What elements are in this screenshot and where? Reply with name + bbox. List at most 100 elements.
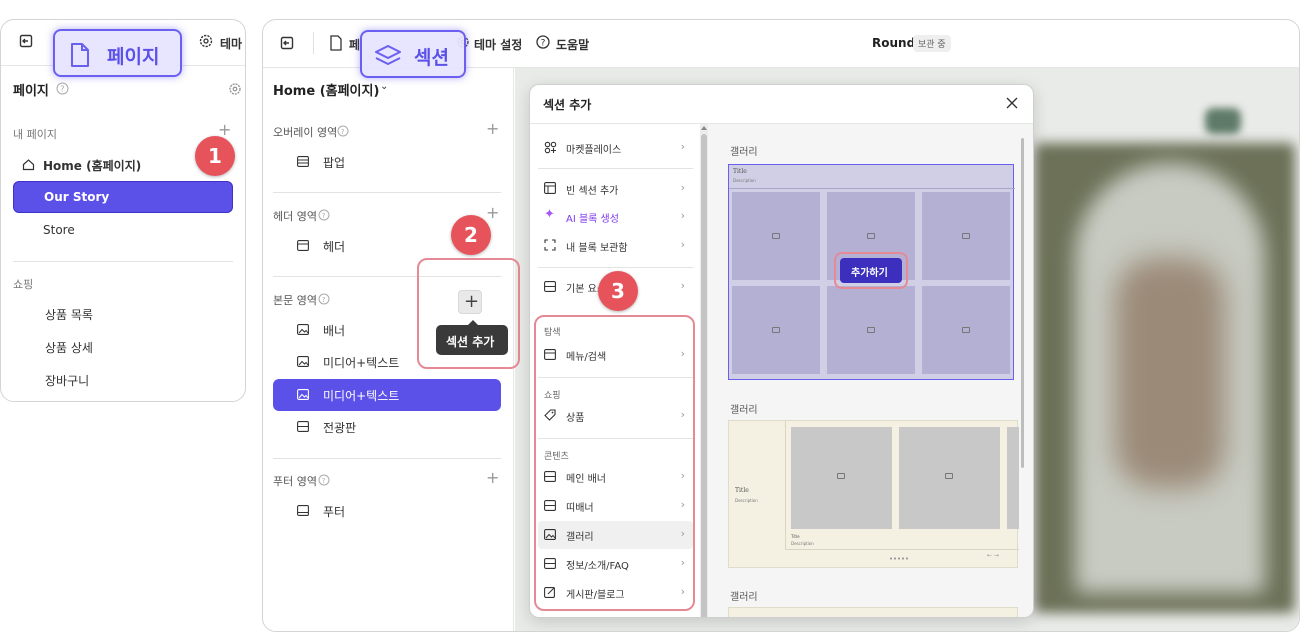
help-icon[interactable]: ? xyxy=(337,125,349,137)
group-label: 푸터 영역 xyxy=(273,475,317,488)
add-section-modal: 섹션 추가 마켓플레이스 › 빈 섹션 추가 › ✦ AI 블록 생성 › 내 … xyxy=(529,84,1034,618)
image-placeholder-icon xyxy=(962,327,970,333)
add-section-button[interactable]: + xyxy=(486,203,499,222)
chevron-right-icon: › xyxy=(680,238,685,251)
add-section-button[interactable]: + xyxy=(486,468,499,487)
exit-icon[interactable] xyxy=(18,33,34,49)
step-badge-3: 3 xyxy=(598,271,638,311)
gallery-cell xyxy=(922,192,1010,280)
section-item[interactable]: 팝업 xyxy=(273,146,501,178)
highlight-add-button xyxy=(834,252,908,289)
tab-theme-settings[interactable]: 테마 설정 xyxy=(474,36,522,53)
svg-text:?: ? xyxy=(322,477,326,485)
preview-scrollbar[interactable] xyxy=(1021,138,1024,468)
svg-text:?: ? xyxy=(60,85,64,94)
layers-icon xyxy=(375,45,401,65)
tab-theme[interactable]: 테마 xyxy=(220,35,242,52)
thumbnail-description: Description xyxy=(733,178,756,183)
section-callout-label: 섹션 xyxy=(414,47,449,69)
add-section-button[interactable]: + xyxy=(486,119,499,138)
preview-list: 갤러리 Title Description 추가하기 갤러리 Title Des… xyxy=(708,124,1033,617)
page-callout: 페이지 xyxy=(53,29,182,77)
preview-label: 갤러리 xyxy=(730,147,758,158)
chevron-right-icon: › xyxy=(680,181,685,194)
page-item-label: Our Story xyxy=(44,190,110,204)
page-item-cart[interactable]: 장바구니 xyxy=(45,372,89,389)
settings-icon[interactable] xyxy=(198,33,214,49)
image-placeholder-icon xyxy=(867,233,875,239)
close-icon[interactable] xyxy=(1006,97,1018,109)
exit-icon[interactable] xyxy=(279,35,295,51)
group-label: 헤더 영역 xyxy=(273,210,317,223)
frame-icon xyxy=(544,239,556,251)
highlight-box-3 xyxy=(534,315,695,611)
svg-text:?: ? xyxy=(322,212,326,220)
page-item-label: Store xyxy=(43,223,75,237)
image-icon xyxy=(297,389,309,400)
step-badge-2: 2 xyxy=(451,215,491,255)
preview-label: 갤러리 xyxy=(730,405,758,416)
home-icon xyxy=(22,159,35,171)
page-item-product-list[interactable]: 상품 목록 xyxy=(45,306,93,323)
help-icon[interactable]: ? xyxy=(318,209,330,221)
page-icon[interactable] xyxy=(329,35,343,51)
section-item-label: 헤더 xyxy=(323,240,346,254)
page-selector[interactable]: Home (홈페이지) xyxy=(273,80,379,99)
tab-page[interactable]: 페 xyxy=(349,36,360,53)
section-item-selected[interactable]: 미디어+텍스트 xyxy=(273,379,501,411)
section-icon xyxy=(297,240,309,251)
section-item[interactable]: 전광판 xyxy=(273,411,501,443)
category-empty-section[interactable]: 빈 섹션 추가 › xyxy=(538,175,693,203)
category-marketplace[interactable]: 마켓플레이스 › xyxy=(538,134,693,162)
section-icon xyxy=(544,281,556,292)
category-label: 빈 섹션 추가 xyxy=(566,186,619,197)
preview-label: 갤러리 xyxy=(730,592,758,603)
chevron-right-icon: › xyxy=(680,209,685,222)
page-item-our-story[interactable]: Our Story xyxy=(13,181,233,213)
status-badge: 보관 중 xyxy=(913,35,951,52)
page-callout-label: 페이지 xyxy=(107,46,160,68)
gallery-cell xyxy=(827,286,915,374)
image-placeholder-icon xyxy=(867,327,875,333)
section-item-label: 팝업 xyxy=(323,156,346,170)
modal-title: 섹션 추가 xyxy=(543,98,592,112)
section-item-label: 미디어+텍스트 xyxy=(323,389,400,403)
chevron-down-icon[interactable]: ⌄ xyxy=(380,81,388,92)
section-item-label: 전광판 xyxy=(323,421,357,435)
help-icon[interactable]: ? xyxy=(318,293,330,305)
help-icon[interactable]: ? xyxy=(318,474,330,486)
shopping-label: 쇼핑 xyxy=(13,278,34,291)
card-description: Description xyxy=(791,541,814,546)
category-ai-block[interactable]: ✦ AI 블록 생성 › xyxy=(538,203,693,231)
tab-help[interactable]: 도움말 xyxy=(556,36,589,53)
grid-icon xyxy=(544,141,557,154)
gallery-thumbnail[interactable]: Title Description Title Description ← → xyxy=(728,420,1019,568)
group-label: 본문 영역 xyxy=(273,294,317,307)
page-item-product-detail[interactable]: 상품 상세 xyxy=(45,339,93,356)
thumbnail-title: Title xyxy=(735,487,749,494)
section-icon xyxy=(297,505,309,516)
gallery-thumbnail[interactable] xyxy=(728,607,1018,617)
gear-icon[interactable] xyxy=(228,82,242,96)
thumbnail-description: Description xyxy=(735,498,758,503)
section-callout: 섹션 xyxy=(360,30,466,78)
category-label: 내 블록 보관함 xyxy=(566,243,628,254)
page-item-label: Home (홈페이지) xyxy=(43,159,142,173)
category-scrollbar[interactable] xyxy=(700,124,708,617)
svg-text:?: ? xyxy=(341,128,345,136)
gallery-cell xyxy=(732,286,820,374)
section-item[interactable]: 푸터 xyxy=(273,495,501,527)
help-icon[interactable]: ? xyxy=(536,35,550,49)
category-my-blocks[interactable]: 내 블록 보관함 › xyxy=(538,232,693,260)
page-item-store[interactable]: Store xyxy=(13,215,233,247)
section-item-label: 배너 xyxy=(323,324,346,338)
carousel-arrows[interactable]: ← → xyxy=(987,552,999,559)
page-icon xyxy=(71,43,89,67)
layout-icon xyxy=(544,182,556,194)
group-label: 오버레이 영역 xyxy=(273,126,338,139)
category-label: 마켓플레이스 xyxy=(566,145,622,156)
svg-text:?: ? xyxy=(322,296,326,304)
image-placeholder-icon xyxy=(962,233,970,239)
site-name: Round xyxy=(872,36,916,50)
help-icon[interactable]: ? xyxy=(56,82,69,95)
